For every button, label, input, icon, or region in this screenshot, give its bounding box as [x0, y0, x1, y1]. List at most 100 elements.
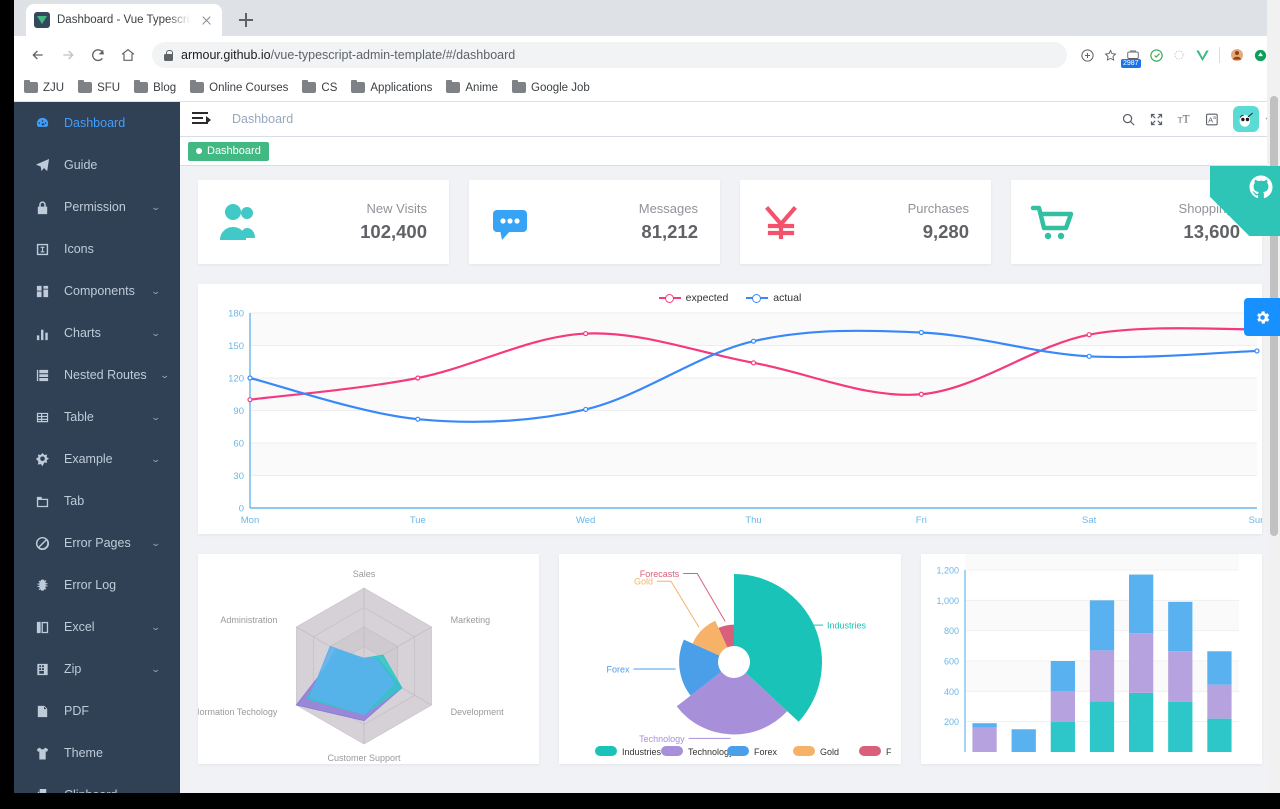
guide-icon [34, 157, 50, 173]
svg-text:Gold: Gold [820, 747, 839, 757]
chevron-down-icon[interactable]: ⌄ [151, 328, 161, 339]
bookmark-item[interactable]: CS [302, 79, 337, 94]
github-corner-icon[interactable] [1210, 166, 1280, 236]
stat-card-label: Messages [638, 201, 698, 216]
sidebar-item-components[interactable]: Components ⌄ [14, 270, 180, 312]
svg-text:Sat: Sat [1082, 515, 1097, 526]
translate-icon[interactable]: Aa [1205, 112, 1220, 127]
chevron-down-icon[interactable]: ⌄ [151, 622, 161, 633]
fullscreen-icon[interactable] [1149, 112, 1164, 127]
stat-cards: New Visits 102,400 Messages 81,212 Purch… [198, 180, 1262, 264]
sidebar-item-nested-routes[interactable]: Nested Routes ⌄ [14, 354, 180, 396]
extension-icon-2[interactable] [1146, 45, 1166, 65]
tag-dashboard[interactable]: Dashboard [188, 141, 269, 161]
bookmark-item[interactable]: Online Courses [190, 79, 288, 94]
example-icon [34, 451, 50, 467]
svg-text:T: T [1183, 113, 1190, 125]
navbar-actions: TT Aa ▾ [1121, 102, 1270, 136]
sidebar-item-theme[interactable]: Theme [14, 732, 180, 774]
vue-logo-icon [34, 12, 50, 28]
extension-icon-3[interactable] [1169, 45, 1189, 65]
bookmark-star-icon[interactable] [1100, 45, 1120, 65]
sidebar-item-error-log[interactable]: Error Log [14, 564, 180, 606]
svg-text:Forecasts: Forecasts [886, 747, 891, 757]
sidebar-item-icons[interactable]: Icons [14, 228, 180, 270]
sidebar-item-table[interactable]: Table ⌄ [14, 396, 180, 438]
close-icon[interactable] [198, 12, 214, 28]
bar-chart-panel: 200 400 600 800 1,000 1,200 [920, 554, 1262, 764]
sidebar-item-permission[interactable]: Permission ⌄ [14, 186, 180, 228]
sidebar-item-error-pages[interactable]: Error Pages ⌄ [14, 522, 180, 564]
sidebar-item-label: Guide [64, 158, 98, 172]
user-avatar[interactable] [1232, 106, 1259, 132]
sidebar-item-zip[interactable]: Zip ⌄ [14, 648, 180, 690]
font-size-icon[interactable]: TT [1177, 112, 1192, 127]
sidebar-item-label: Components [64, 284, 135, 298]
search-icon[interactable] [1121, 112, 1136, 127]
line-chart-svg[interactable]: 0 30 60 90 120 150 180 Mon Tue Wed Thu Fri Sat Sun [222, 308, 1262, 533]
tab-icon [34, 493, 50, 509]
dashboard: New Visits 102,400 Messages 81,212 Purch… [180, 166, 1280, 808]
stat-card-new-visits[interactable]: New Visits 102,400 [198, 180, 449, 264]
sidebar-item-label: Tab [64, 494, 85, 508]
error-pages-icon [34, 535, 50, 551]
sidebar-item-excel[interactable]: Excel ⌄ [14, 606, 180, 648]
chevron-down-icon[interactable]: ⌄ [151, 286, 161, 297]
chevron-down-icon[interactable]: ⌄ [151, 202, 161, 213]
share-icon[interactable] [1077, 45, 1097, 65]
browser-toolbar: armour.github.io/vue-typescript-admin-te… [14, 36, 1280, 74]
stat-card-value: 102,400 [360, 221, 427, 242]
legend-item-expected[interactable]: expected [658, 292, 728, 304]
stat-card-value: 81,212 [641, 221, 698, 242]
folder-icon [190, 79, 205, 93]
bookmark-item[interactable]: Blog [134, 79, 176, 94]
sidebar-item-guide[interactable]: Guide [14, 144, 180, 186]
stat-card-messages[interactable]: Messages 81,212 [469, 180, 720, 264]
svg-text:Industries: Industries [827, 621, 867, 631]
lock-icon [34, 199, 50, 215]
admin-app: Dashboard Guide Permission ⌄ Icons Components… [14, 102, 1280, 808]
browser-tab[interactable]: Dashboard - Vue Typescript Ad [26, 4, 222, 36]
bookmark-item[interactable]: Anime [446, 79, 498, 94]
pie-chart-svg[interactable]: Industries Technology Forex Gold Forecasts In… [559, 554, 901, 764]
sidebar-item-pdf[interactable]: PDF [14, 690, 180, 732]
stat-card-label: New Visits [366, 201, 427, 216]
bar-chart-svg[interactable]: 200 400 600 800 1,000 1,200 [921, 554, 1253, 764]
settings-gear-icon[interactable] [1244, 298, 1280, 336]
chevron-down-icon[interactable]: ⌄ [151, 538, 161, 549]
components-icon [34, 283, 50, 299]
chevron-down-icon[interactable]: ⌄ [151, 664, 161, 675]
back-icon[interactable] [24, 41, 52, 69]
svg-text:1,000: 1,000 [936, 596, 959, 606]
line-chart-legend: expected actual [198, 292, 1262, 304]
svg-text:Sales: Sales [353, 569, 376, 579]
sidebar-item-example[interactable]: Example ⌄ [14, 438, 180, 480]
charts-row: Sales Marketing Development Customer Suppor… [198, 554, 1262, 764]
home-icon[interactable] [114, 41, 142, 69]
extension-icon-vue[interactable] [1192, 45, 1212, 65]
profile-avatar-icon[interactable] [1227, 45, 1247, 65]
extension-icon-1[interactable]: 2987 [1121, 45, 1143, 68]
sidebar-item-label: Theme [64, 746, 103, 760]
legend-marker-icon [746, 293, 769, 303]
stat-card-purchases[interactable]: Purchases 9,280 [740, 180, 991, 264]
bookmark-item[interactable]: SFU [78, 79, 120, 94]
radar-chart-svg[interactable]: Sales Marketing Development Customer Suppor… [198, 554, 530, 764]
sidebar-item-tab[interactable]: Tab [14, 480, 180, 522]
new-tab-button[interactable] [232, 6, 260, 34]
hamburger-icon[interactable] [192, 112, 211, 126]
bookmark-item[interactable]: Applications [351, 79, 432, 94]
svg-text:Marketing: Marketing [451, 615, 491, 625]
sidebar-item-dashboard[interactable]: Dashboard [14, 102, 180, 144]
bookmark-item[interactable]: ZJU [24, 79, 64, 94]
address-bar[interactable]: armour.github.io/vue-typescript-admin-te… [152, 42, 1067, 68]
chevron-down-icon[interactable]: ⌄ [151, 454, 161, 465]
sidebar-item-charts[interactable]: Charts ⌄ [14, 312, 180, 354]
legend-item-actual[interactable]: actual [746, 292, 801, 304]
reload-icon[interactable] [84, 41, 112, 69]
svg-text:400: 400 [944, 687, 959, 697]
browser-scrollbar[interactable] [1267, 0, 1280, 809]
bookmark-item[interactable]: Google Job [512, 79, 590, 94]
chevron-down-icon[interactable]: ⌄ [159, 370, 169, 381]
chevron-down-icon[interactable]: ⌄ [151, 412, 161, 423]
